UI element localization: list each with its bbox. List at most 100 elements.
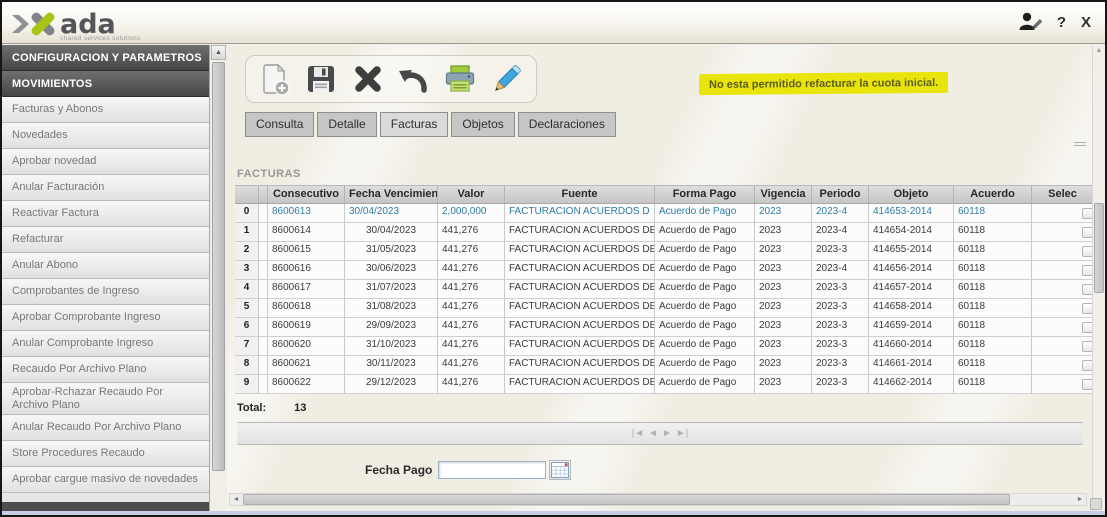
row-gap xyxy=(259,375,268,394)
total-value: 13 xyxy=(294,402,306,414)
tab-facturas[interactable]: Facturas xyxy=(380,112,449,137)
last-page-button[interactable]: ►| xyxy=(676,428,689,439)
new-button[interactable] xyxy=(256,60,294,98)
resize-grip[interactable] xyxy=(1090,498,1102,510)
table-row[interactable]: 7860062031/10/2023441,276FACTURACION ACU… xyxy=(235,337,1092,356)
column-header[interactable]: Forma Pago xyxy=(655,186,755,204)
save-button[interactable] xyxy=(302,60,340,98)
delete-button[interactable] xyxy=(349,60,387,98)
sidebar-item[interactable]: Anular Facturación xyxy=(2,175,209,201)
close-button[interactable]: X xyxy=(1081,15,1091,30)
user-profile-button[interactable] xyxy=(1018,11,1042,33)
horizontal-scrollbar-thumb[interactable] xyxy=(243,494,1010,505)
scroll-up-button[interactable]: ▲ xyxy=(211,45,226,60)
sidebar-item[interactable]: Store Procedures Recaudo xyxy=(2,441,209,467)
sidebar-item[interactable]: Reactivar Factura xyxy=(2,201,209,227)
content-vertical-scrollbar: ▲ xyxy=(211,45,226,511)
column-header[interactable]: Fuente xyxy=(505,186,655,204)
sidebar-item[interactable]: Recaudo Por Archivo Plano xyxy=(2,357,209,383)
row-select-checkbox[interactable] xyxy=(1082,341,1092,352)
column-header[interactable]: Selec xyxy=(1032,186,1092,204)
row-select-checkbox[interactable] xyxy=(1082,360,1092,371)
sidebar-item[interactable]: Aprobar novedad xyxy=(2,149,209,175)
first-page-button[interactable]: |◄ xyxy=(632,428,645,439)
cell-fecha: 30/06/2023 xyxy=(345,261,438,280)
calendar-button[interactable] xyxy=(549,460,571,480)
cell-forma_pago: Acuerdo de Pago xyxy=(655,356,755,375)
tab-declaraciones[interactable]: Declaraciones xyxy=(518,112,616,137)
cell-forma_pago: Acuerdo de Pago xyxy=(655,375,755,394)
row-index: 0 xyxy=(235,204,259,223)
sidebar-item[interactable]: Facturas y Abonos xyxy=(2,97,209,123)
sidebar-item[interactable]: Anular Comprobante Ingreso xyxy=(2,331,209,357)
table-row[interactable]: 9860062229/12/2023441,276FACTURACION ACU… xyxy=(235,375,1092,394)
sidebar-item[interactable]: Anular Abono xyxy=(2,253,209,279)
cell-vigencia: 2023 xyxy=(755,318,812,337)
column-header[interactable]: Objeto xyxy=(869,186,954,204)
sidebar-item[interactable]: Refacturar xyxy=(2,227,209,253)
sidebar-item[interactable]: Aprobar-Rchazar Recaudo Por Archivo Plan… xyxy=(2,383,209,415)
table-row[interactable]: 3860061630/06/2023441,276FACTURACION ACU… xyxy=(235,261,1092,280)
cell-periodo: 2023-3 xyxy=(812,356,869,375)
row-select-checkbox[interactable] xyxy=(1082,284,1092,295)
cell-selec xyxy=(1032,223,1092,242)
undo-button[interactable] xyxy=(395,60,433,98)
row-select-checkbox[interactable] xyxy=(1082,379,1092,390)
sidebar-menu: Facturas y AbonosNovedadesAprobar noveda… xyxy=(2,97,209,493)
facturas-body: 0860061330/04/20232,000,000FACTURACION A… xyxy=(235,204,1092,394)
print-button[interactable] xyxy=(441,60,479,98)
scroll-up-button-right[interactable]: ▲ xyxy=(1093,45,1105,57)
scroll-left-button[interactable]: ◄ xyxy=(230,494,242,505)
column-header[interactable]: Fecha Vencimiento xyxy=(345,186,438,204)
cell-periodo: 2023-4 xyxy=(812,261,869,280)
next-page-button[interactable]: ► xyxy=(662,428,672,439)
row-select-checkbox[interactable] xyxy=(1082,246,1092,257)
tab-objetos[interactable]: Objetos xyxy=(451,112,514,137)
column-header-blank xyxy=(235,186,259,204)
column-header[interactable]: Acuerdo xyxy=(954,186,1032,204)
row-select-checkbox[interactable] xyxy=(1082,265,1092,276)
cell-acuerdo: 60118 xyxy=(954,223,1032,242)
table-row[interactable]: 8860062130/11/2023441,276FACTURACION ACU… xyxy=(235,356,1092,375)
table-row[interactable]: 5860061831/08/2023441,276FACTURACION ACU… xyxy=(235,299,1092,318)
sidebar-section-movimientos[interactable]: MOVIMIENTOS xyxy=(2,71,209,97)
new-document-icon xyxy=(257,61,293,97)
sidebar-item[interactable]: Aprobar Comprobante Ingreso xyxy=(2,305,209,331)
cell-fecha: 31/10/2023 xyxy=(345,337,438,356)
splitter-handle-icon[interactable] xyxy=(1074,140,1086,148)
scroll-right-button[interactable]: ► xyxy=(1074,494,1086,505)
column-header[interactable]: Periodo xyxy=(812,186,869,204)
cell-vigencia: 2023 xyxy=(755,375,812,394)
sidebar-item[interactable]: Novedades xyxy=(2,123,209,149)
calendar-icon xyxy=(551,462,569,478)
scrollbar-thumb-right[interactable] xyxy=(1094,203,1104,293)
row-select-checkbox[interactable] xyxy=(1082,227,1092,238)
help-button[interactable]: ? xyxy=(1057,15,1066,30)
scrollbar-thumb[interactable] xyxy=(212,62,225,471)
row-gap xyxy=(259,337,268,356)
cell-forma_pago: Acuerdo de Pago xyxy=(655,223,755,242)
table-row[interactable]: 4860061731/07/2023441,276FACTURACION ACU… xyxy=(235,280,1092,299)
cell-selec xyxy=(1032,261,1092,280)
fecha-pago-label: Fecha Pago xyxy=(365,463,432,477)
column-header[interactable]: Consecutivo xyxy=(268,186,345,204)
sidebar-item[interactable]: Aprobar cargue masivo de novedades xyxy=(2,467,209,493)
column-header[interactable]: Valor xyxy=(438,186,505,204)
column-header[interactable]: Vigencia xyxy=(755,186,812,204)
fecha-pago-input[interactable] xyxy=(438,461,546,479)
sidebar-item[interactable]: Anular Recaudo Por Archivo Plano xyxy=(2,415,209,441)
table-row[interactable]: 2860061531/05/2023441,276FACTURACION ACU… xyxy=(235,242,1092,261)
edit-button[interactable] xyxy=(488,60,526,98)
row-select-checkbox[interactable] xyxy=(1082,322,1092,333)
row-select-checkbox[interactable] xyxy=(1082,303,1092,314)
tab-consulta[interactable]: Consulta xyxy=(245,112,314,137)
sidebar-section-configuracion[interactable]: CONFIGURACION Y PARAMETROS xyxy=(2,45,209,71)
sidebar: CONFIGURACION Y PARAMETROS MOVIMIENTOS F… xyxy=(2,45,210,511)
table-row[interactable]: 1860061430/04/2023441,276FACTURACION ACU… xyxy=(235,223,1092,242)
previous-page-button[interactable]: ◄ xyxy=(648,428,658,439)
table-row[interactable]: 0860061330/04/20232,000,000FACTURACION A… xyxy=(235,204,1092,223)
row-select-checkbox[interactable] xyxy=(1082,208,1092,219)
table-row[interactable]: 6860061929/09/2023441,276FACTURACION ACU… xyxy=(235,318,1092,337)
tab-detalle[interactable]: Detalle xyxy=(317,112,376,137)
sidebar-item[interactable]: Comprobantes de Ingreso xyxy=(2,279,209,305)
